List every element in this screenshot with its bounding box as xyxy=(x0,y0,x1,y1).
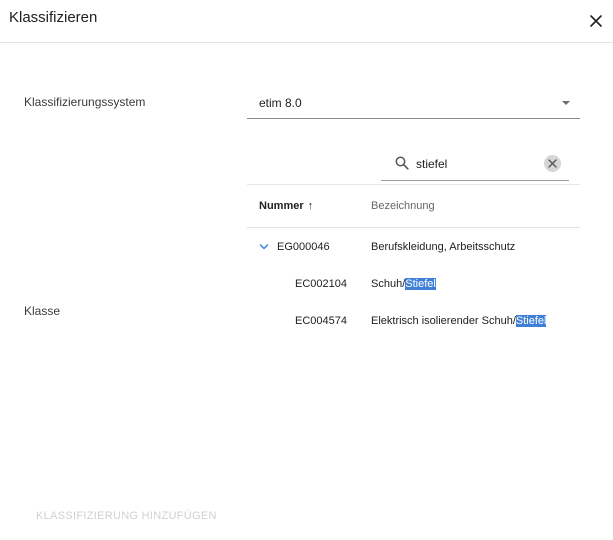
clear-search-button[interactable] xyxy=(544,155,561,172)
system-select[interactable]: etim 8.0 xyxy=(247,89,580,119)
arrow-up-icon: ↑ xyxy=(307,200,314,212)
close-icon xyxy=(590,15,602,27)
row-bezeichnung: Berufskleidung, Arbeitsschutz xyxy=(371,241,516,253)
classify-dialog: Klassifizieren Klassifizierungssystem et… xyxy=(0,0,613,540)
table-row[interactable]: EC004574 Elektrisch isolierender Schuh/S… xyxy=(247,303,580,340)
row-nummer: EC002104 xyxy=(295,278,347,290)
table-row[interactable]: EG000046 Berufskleidung, Arbeitsschutz xyxy=(247,229,580,266)
row-nummer: EC004574 xyxy=(295,315,347,327)
table-row[interactable]: EC002104 Schuh/Stiefel xyxy=(247,266,580,303)
system-label: Klassifizierungssystem xyxy=(24,95,146,109)
system-select-value: etim 8.0 xyxy=(259,96,302,110)
close-button[interactable] xyxy=(586,11,606,31)
column-header-nummer-label: Nummer xyxy=(259,200,304,212)
add-classification-button[interactable]: KLASSIFIZIERUNG HINZUFÜGEN xyxy=(36,510,217,522)
clear-icon xyxy=(548,159,557,168)
column-header-nummer[interactable]: Nummer ↑ xyxy=(259,200,313,212)
table-header: Nummer ↑ Bezeichnung xyxy=(247,185,580,228)
search-match-highlight: Stiefel xyxy=(405,278,436,290)
column-header-bezeichnung[interactable]: Bezeichnung xyxy=(371,200,435,212)
dropdown-arrow-icon xyxy=(562,101,570,105)
search-box xyxy=(381,150,569,181)
chevron-down-icon[interactable] xyxy=(259,243,269,251)
search-input[interactable] xyxy=(416,155,536,173)
search-match-highlight: Stiefel xyxy=(515,315,547,327)
dialog-header: Klassifizieren xyxy=(0,0,613,43)
klasse-label: Klasse xyxy=(24,304,61,318)
dialog-title: Klassifizieren xyxy=(9,9,98,26)
row-bezeichnung: Schuh/Stiefel xyxy=(371,278,436,290)
row-bezeichnung: Elektrisch isolierender Schuh/Stiefel xyxy=(371,315,547,327)
row-nummer: EG000046 xyxy=(277,241,330,253)
search-icon xyxy=(395,156,409,170)
row-bezeichnung-text: Elektrisch isolierender Schuh/ xyxy=(371,315,516,327)
row-bezeichnung-text: Schuh/ xyxy=(371,278,406,290)
